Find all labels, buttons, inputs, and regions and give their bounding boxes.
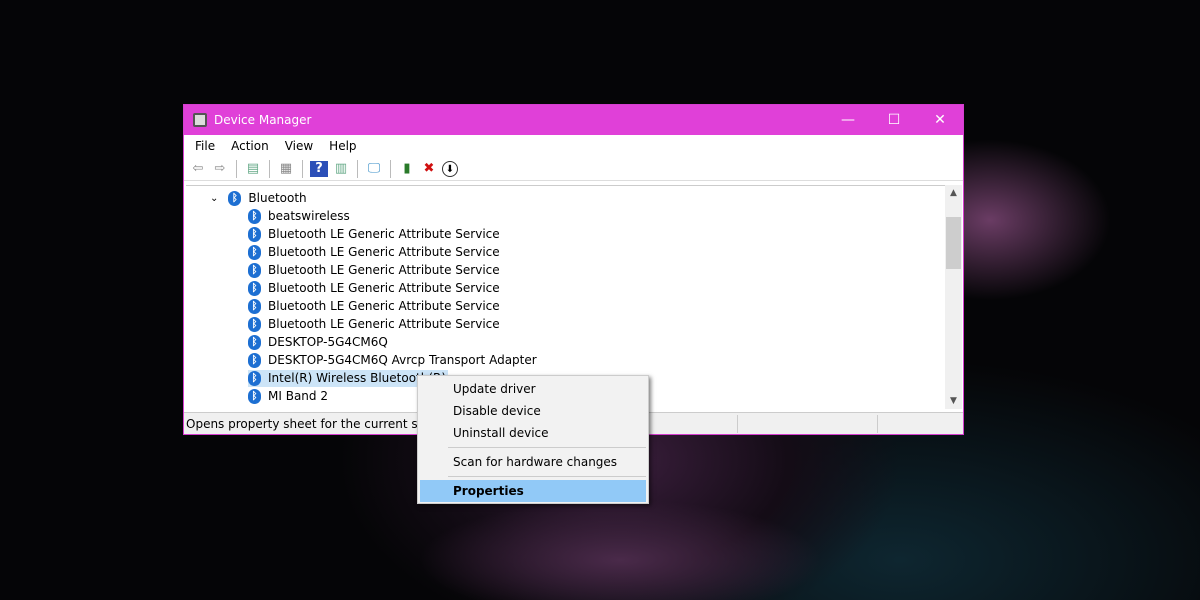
scroll-up-icon[interactable]: ▲ (945, 188, 962, 198)
tree-item[interactable]: ᛒ Bluetooth LE Generic Attribute Service (186, 243, 946, 261)
menu-item-uninstall-device[interactable]: Uninstall device (420, 422, 646, 444)
vertical-scrollbar[interactable]: ▲ ▼ (945, 185, 962, 409)
tree-item[interactable]: ᛒ Bluetooth LE Generic Attribute Service (186, 225, 946, 243)
tree-item-label: beatswireless (268, 209, 350, 223)
tree-item[interactable]: ᛒ Bluetooth LE Generic Attribute Service (186, 279, 946, 297)
bluetooth-icon: ᛒ (248, 352, 261, 368)
scrollbar-thumb[interactable] (946, 217, 961, 269)
tree-item-label: Bluetooth LE Generic Attribute Service (268, 263, 500, 277)
tree-item[interactable]: ᛒ Bluetooth LE Generic Attribute Service (186, 315, 946, 333)
menu-action[interactable]: Action (223, 139, 277, 153)
properties-icon[interactable]: ▦ (277, 161, 295, 177)
update-driver-icon[interactable]: ▮ (398, 161, 416, 177)
context-menu: Update driver Disable device Uninstall d… (417, 375, 649, 504)
menu-separator (448, 476, 646, 477)
menu-item-scan-hardware[interactable]: Scan for hardware changes (420, 451, 646, 473)
chevron-down-icon[interactable]: ⌄ (210, 193, 218, 204)
menu-separator (448, 447, 646, 448)
menu-item-disable-device[interactable]: Disable device (420, 400, 646, 422)
tree-item[interactable]: ᛒ DESKTOP-5G4CM6Q Avrcp Transport Adapter (186, 351, 946, 369)
bluetooth-icon: ᛒ (228, 190, 242, 206)
bluetooth-icon: ᛒ (248, 262, 261, 278)
action-pane-icon[interactable]: ▥ (332, 161, 350, 177)
tree-item-label: DESKTOP-5G4CM6Q Avrcp Transport Adapter (268, 353, 537, 367)
help-icon[interactable]: ? (310, 160, 328, 177)
bluetooth-icon: ᛒ (248, 388, 261, 404)
tree-item[interactable]: ᛒ Bluetooth LE Generic Attribute Service (186, 297, 946, 315)
bluetooth-icon: ᛒ (248, 226, 261, 242)
close-button[interactable]: ✕ (917, 112, 963, 128)
show-hide-console-tree-icon[interactable]: ▤ (244, 161, 262, 177)
tree-item[interactable]: ᛒ DESKTOP-5G4CM6Q (186, 333, 946, 351)
tree-item-label: Bluetooth LE Generic Attribute Service (268, 281, 500, 295)
tree-category-bluetooth[interactable]: ⌄ ᛒ Bluetooth (186, 189, 946, 207)
toolbar: ⇦ ⇨ ▤ ▦ ? ▥ 🖵 ▮ ✖ ⬇ (184, 157, 963, 181)
forward-icon[interactable]: ⇨ (211, 161, 229, 177)
bluetooth-icon: ᛒ (248, 370, 261, 386)
menu-bar: File Action View Help (184, 135, 963, 157)
bluetooth-icon: ᛒ (248, 244, 261, 260)
bluetooth-icon: ᛒ (248, 208, 261, 224)
minimize-button[interactable]: — (825, 112, 871, 128)
tree-item-label: Bluetooth LE Generic Attribute Service (268, 245, 500, 259)
tree-item[interactable]: ᛒ Bluetooth LE Generic Attribute Service (186, 261, 946, 279)
menu-help[interactable]: Help (321, 139, 364, 153)
bluetooth-icon: ᛒ (248, 280, 261, 296)
menu-item-properties[interactable]: Properties (420, 480, 646, 502)
device-manager-icon (193, 113, 207, 127)
uninstall-icon[interactable]: ✖ (420, 161, 438, 177)
bluetooth-icon: ᛒ (248, 298, 261, 314)
bluetooth-icon: ᛒ (248, 334, 261, 350)
tree-item-label: DESKTOP-5G4CM6Q (268, 335, 388, 349)
menu-view[interactable]: View (277, 139, 321, 153)
monitor-icon[interactable]: 🖵 (365, 161, 383, 177)
tree-item-label: MI Band 2 (268, 389, 328, 403)
scroll-down-icon[interactable]: ▼ (945, 396, 962, 406)
tree-item-label: Bluetooth LE Generic Attribute Service (268, 317, 500, 331)
window-title: Device Manager (214, 113, 312, 127)
tree-item-label: Bluetooth LE Generic Attribute Service (268, 227, 500, 241)
title-bar[interactable]: Device Manager — ☐ ✕ (184, 105, 963, 135)
menu-item-update-driver[interactable]: Update driver (420, 378, 646, 400)
bluetooth-icon: ᛒ (248, 316, 261, 332)
download-icon[interactable]: ⬇ (442, 160, 458, 177)
menu-file[interactable]: File (187, 139, 223, 153)
back-icon[interactable]: ⇦ (189, 161, 207, 177)
tree-item-label: Bluetooth LE Generic Attribute Service (268, 299, 500, 313)
tree-item[interactable]: ᛒ beatswireless (186, 207, 946, 225)
maximize-button[interactable]: ☐ (871, 112, 917, 128)
category-label: Bluetooth (248, 191, 307, 205)
